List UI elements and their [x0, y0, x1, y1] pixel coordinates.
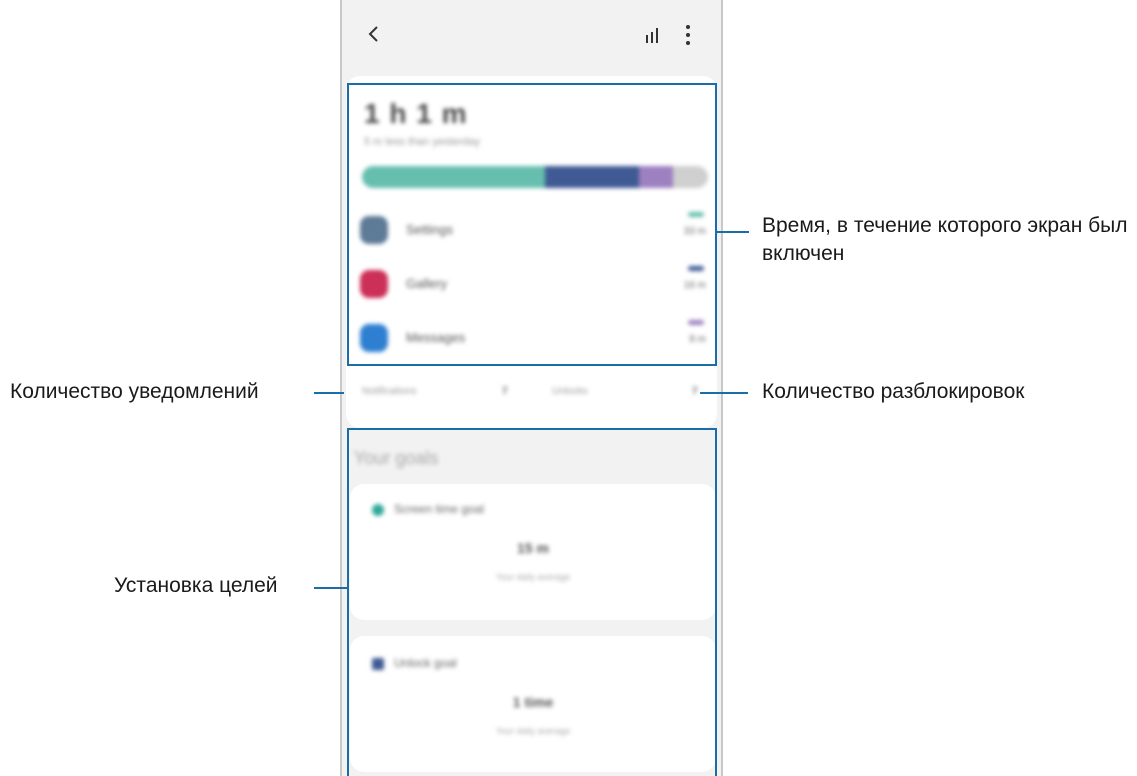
- screen-time-callout-line: [717, 231, 749, 233]
- goals-callout: Установка целей: [114, 574, 278, 597]
- bar-chart-icon[interactable]: [644, 26, 664, 44]
- unlocks-count: 7: [692, 386, 698, 397]
- goals-highlight: [347, 428, 717, 776]
- notifications-count: 7: [502, 386, 508, 397]
- goals-callout-line: [314, 587, 347, 589]
- unlocks-label: Unlocks: [552, 386, 588, 397]
- notifications-label: Notifications: [362, 386, 417, 397]
- notifications-callout-line: [314, 392, 344, 394]
- chevron-left-icon[interactable]: [362, 22, 386, 46]
- screen-time-callout: Время, в течение которого экран был вклю…: [762, 214, 1128, 265]
- unlocks-callout: Количество разблокировок: [762, 380, 1025, 403]
- unlocks-callout-line: [700, 392, 748, 394]
- counts-row: Notifications 7 Unlocks 7: [342, 378, 721, 408]
- more-options-icon[interactable]: [684, 24, 692, 46]
- app-bar: [342, 0, 721, 72]
- screen-time-highlight: [347, 83, 717, 366]
- notifications-callout: Количество уведомлений: [10, 380, 259, 403]
